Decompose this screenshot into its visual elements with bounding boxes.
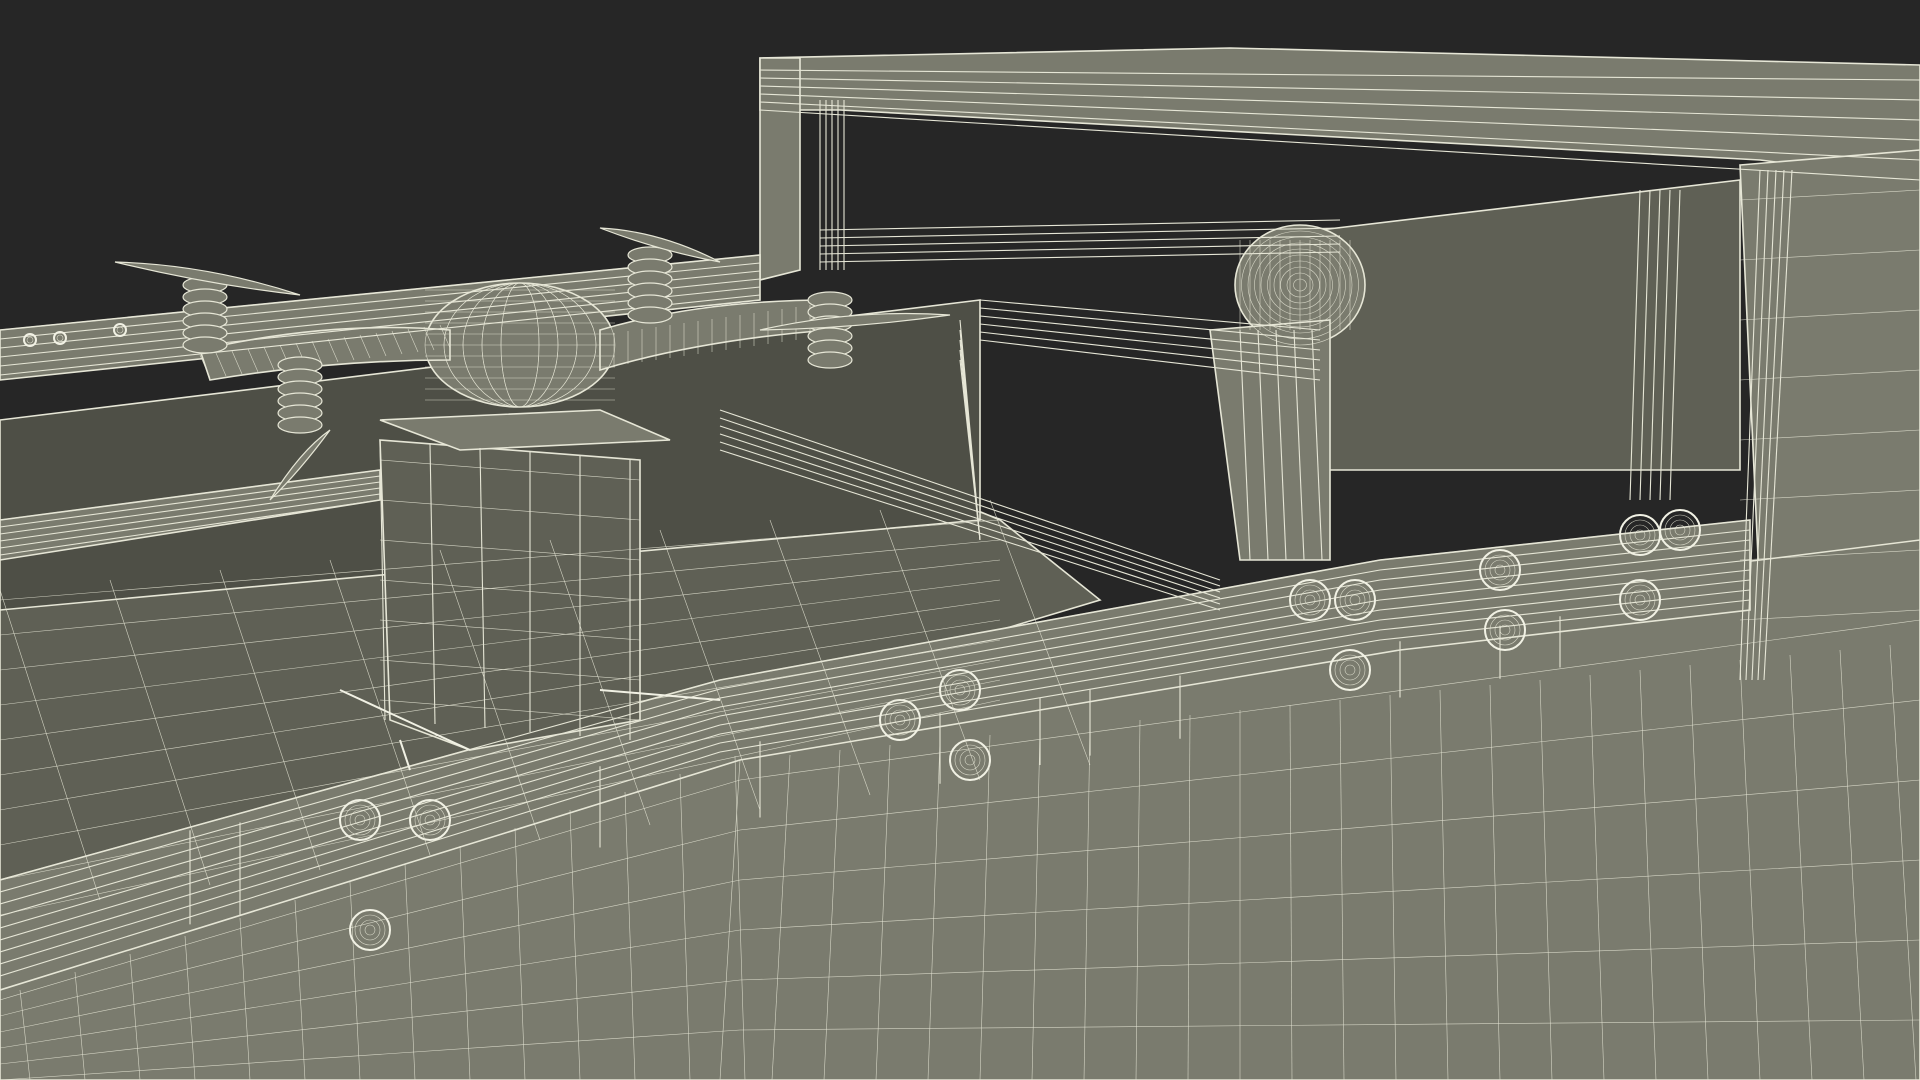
wireframe-render xyxy=(0,0,1920,1080)
enclosure-inner-shadow xyxy=(1319,179,1741,471)
package-box xyxy=(379,409,671,751)
fan-bracket xyxy=(1209,319,1331,561)
enclosure-roof xyxy=(759,47,1920,181)
enclosure-left-post xyxy=(759,57,801,282)
wireframe-canvas xyxy=(0,47,1920,1080)
